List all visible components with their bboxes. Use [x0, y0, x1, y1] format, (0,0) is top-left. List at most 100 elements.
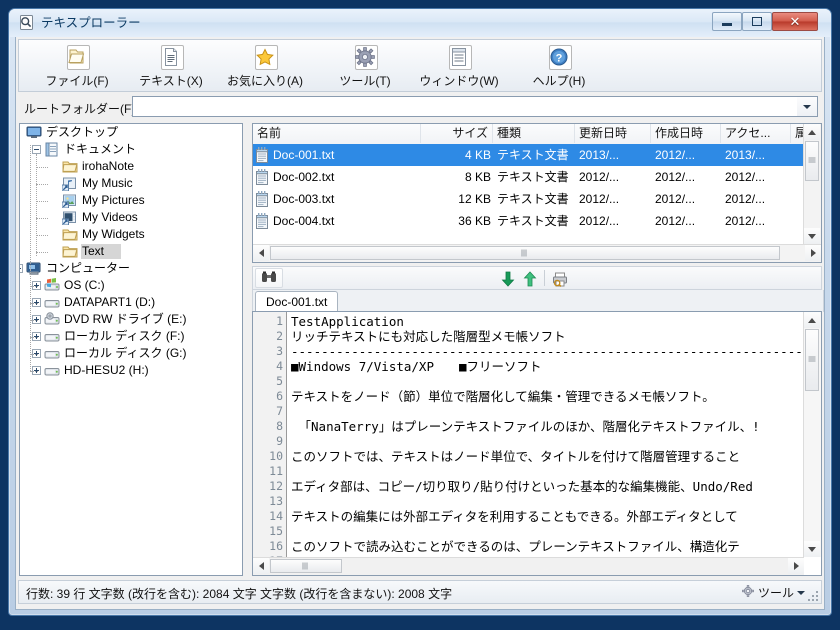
- toolbar-label: テキスト(X): [139, 74, 203, 88]
- cell-created: 2012/...: [655, 170, 696, 184]
- document-text-icon: [158, 44, 184, 70]
- status-tool-button[interactable]: ツール: [741, 584, 805, 601]
- editor-line: このソフトで読み込むことができるのは、プレーンテキストファイル、構造化テ: [291, 539, 740, 554]
- tree-expander[interactable]: [20, 264, 23, 273]
- root-folder-input[interactable]: [133, 97, 797, 116]
- arrow-down-icon[interactable]: [499, 270, 517, 288]
- tree-item-11[interactable]: DVD RW ドライブ (E:): [20, 311, 242, 328]
- find-button[interactable]: [255, 268, 283, 288]
- tree-item-8[interactable]: コンピューター: [20, 260, 242, 277]
- tree-item-7[interactable]: Text: [20, 243, 242, 260]
- pane-splitter[interactable]: [245, 123, 250, 576]
- cell-size: 4 KB: [464, 148, 491, 162]
- table-row[interactable]: Doc-002.txt 8 KB テキスト文書 2012/... 2012/... 201…: [253, 166, 805, 188]
- table-row[interactable]: Doc-001.txt 4 KB テキスト文書 2013/... 2012/... 201…: [253, 144, 805, 166]
- toolbar-label: お気に入り(A): [227, 74, 303, 88]
- close-button[interactable]: ✕: [772, 12, 818, 31]
- editor-line: ■Windows 7/Vista/XP ■フリーソフト: [291, 359, 542, 374]
- drive-icon: [44, 295, 60, 310]
- line-number: 7: [276, 404, 283, 418]
- column-header-4[interactable]: 作成日時: [651, 124, 721, 143]
- arrow-up-icon[interactable]: [521, 270, 539, 288]
- resize-grip[interactable]: [806, 589, 818, 601]
- tree-item-9[interactable]: OS (C:): [20, 277, 242, 294]
- tree-item-label: DVD RW ドライブ (E:): [64, 312, 187, 326]
- column-header-0[interactable]: 名前: [253, 124, 421, 143]
- dvd-drive-icon: [44, 312, 60, 327]
- tree-item-13[interactable]: ローカル ディスク (G:): [20, 345, 242, 362]
- hscroll-thumb[interactable]: [270, 559, 342, 573]
- tree-item-5[interactable]: My Videos: [20, 209, 242, 226]
- file-list-hscrollbar[interactable]: [253, 244, 821, 262]
- cell-created: 2012/...: [655, 148, 696, 162]
- toolbar-button-tools[interactable]: ツール(T): [319, 41, 411, 91]
- tree-expander[interactable]: [32, 315, 41, 324]
- text-editor[interactable]: 1234567891011121314151617 TestApplicatio…: [252, 311, 822, 576]
- tree-item-3[interactable]: My Music: [20, 175, 242, 192]
- chevron-down-icon[interactable]: [797, 97, 817, 116]
- root-folder-combobox[interactable]: [132, 96, 818, 117]
- hscroll-thumb[interactable]: [270, 246, 780, 260]
- window-title: テキスプローラー: [41, 16, 141, 30]
- svg-text:?: ?: [556, 52, 563, 64]
- tree-item-0[interactable]: デスクトップ: [20, 124, 242, 141]
- notepad-file-icon: [255, 191, 270, 207]
- scroll-right-button[interactable]: [805, 245, 821, 261]
- line-number: 4: [276, 359, 283, 373]
- column-header-2[interactable]: 種類: [493, 124, 575, 143]
- tab-doc-001[interactable]: Doc-001.txt: [255, 291, 339, 312]
- tree-item-4[interactable]: My Pictures: [20, 192, 242, 209]
- cell-created: 2012/...: [655, 214, 696, 228]
- scroll-down-button[interactable]: [804, 541, 820, 557]
- cell-created: 2012/...: [655, 192, 696, 206]
- print-preview-icon[interactable]: [551, 270, 569, 288]
- tree-item-10[interactable]: DATAPART1 (D:): [20, 294, 242, 311]
- column-header-3[interactable]: 更新日時: [575, 124, 651, 143]
- line-number: 8: [276, 419, 283, 433]
- minimize-icon: [713, 13, 741, 30]
- cell-size: 12 KB: [458, 192, 491, 206]
- scroll-left-button[interactable]: [253, 558, 269, 574]
- toolbar-button-favorites[interactable]: お気に入り(A): [219, 41, 311, 91]
- folder-tree[interactable]: デスクトップ ドキュメント irohaNote My Music My Pictures…: [19, 123, 243, 576]
- scroll-up-button[interactable]: [804, 312, 820, 328]
- cell-type: テキスト文書: [497, 192, 569, 206]
- maximize-button[interactable]: [742, 12, 772, 31]
- toolbar-button-window[interactable]: ウィンドウ(W): [413, 41, 505, 91]
- tree-item-label: My Widgets: [82, 227, 145, 241]
- tree-item-label: My Videos: [82, 210, 138, 224]
- tree-item-2[interactable]: irohaNote: [20, 158, 242, 175]
- tree-item-12[interactable]: ローカル ディスク (F:): [20, 328, 242, 345]
- cell-size: 8 KB: [464, 170, 491, 184]
- editor-hscrollbar[interactable]: [253, 557, 804, 575]
- file-list-body: Doc-001.txt 4 KB テキスト文書 2013/... 2012/... 201…: [253, 144, 805, 244]
- editor-content[interactable]: TestApplication リッチテキストにも対応した階層型メモ帳ソフト ---…: [289, 312, 804, 557]
- column-header-1[interactable]: サイズ: [421, 124, 493, 143]
- tree-expander[interactable]: [32, 366, 41, 375]
- scroll-left-button[interactable]: [253, 245, 269, 261]
- scroll-right-button[interactable]: [788, 558, 804, 574]
- file-list-vscrollbar[interactable]: [803, 124, 821, 244]
- tree-expander[interactable]: [32, 349, 41, 358]
- vscroll-thumb[interactable]: [805, 141, 819, 181]
- tree-item-1[interactable]: ドキュメント: [20, 141, 242, 158]
- line-number: 12: [269, 479, 283, 493]
- table-row[interactable]: Doc-003.txt 12 KB テキスト文書 2012/... 2012/... 20…: [253, 188, 805, 210]
- toolbar-button-text[interactable]: テキスト(X): [125, 41, 217, 91]
- minimize-button[interactable]: [712, 12, 742, 31]
- file-list[interactable]: 名前サイズ種類更新日時作成日時アクセ...属性 Doc-001.txt4 KBテ…: [252, 123, 822, 263]
- table-row[interactable]: Doc-004.txt 36 KB テキスト文書 2012/... 2012/... 20…: [253, 210, 805, 232]
- toolbar-button-file[interactable]: ファイル(F): [31, 41, 123, 91]
- column-header-5[interactable]: アクセ...: [721, 124, 791, 143]
- tree-item-14[interactable]: HD-HESU2 (H:): [20, 362, 242, 379]
- tree-item-6[interactable]: My Widgets: [20, 226, 242, 243]
- tree-expander[interactable]: [32, 281, 41, 290]
- toolbar-button-help[interactable]: ? ヘルプ(H): [513, 41, 605, 91]
- scroll-up-button[interactable]: [804, 124, 820, 140]
- tree-expander[interactable]: [32, 145, 41, 154]
- tree-expander[interactable]: [32, 298, 41, 307]
- vscroll-thumb[interactable]: [805, 329, 819, 391]
- tree-expander[interactable]: [32, 332, 41, 341]
- scroll-down-button[interactable]: [804, 228, 820, 244]
- editor-vscrollbar[interactable]: [803, 312, 821, 557]
